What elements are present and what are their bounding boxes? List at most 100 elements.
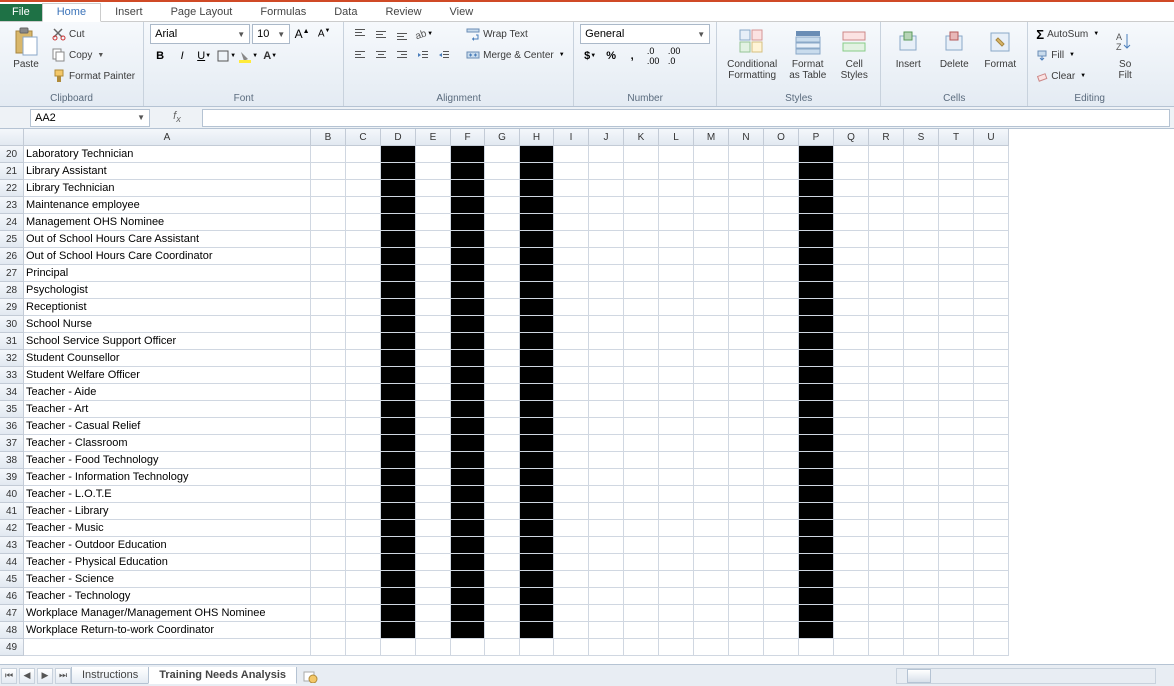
cell[interactable] [416,622,451,639]
cell[interactable] [869,163,904,180]
row-header[interactable]: 28 [0,282,24,299]
cell[interactable] [624,316,659,333]
cell[interactable] [485,214,520,231]
cell[interactable] [729,316,764,333]
cell[interactable] [589,571,624,588]
cell[interactable] [311,622,346,639]
cell[interactable] [799,452,834,469]
cell[interactable] [939,435,974,452]
cell[interactable] [381,146,416,163]
cell[interactable] [729,520,764,537]
border-button[interactable]: ▼ [216,46,236,66]
cell[interactable] [520,299,554,316]
cell[interactable] [904,622,939,639]
cell[interactable] [729,486,764,503]
cell[interactable] [659,622,694,639]
cell[interactable] [451,452,485,469]
cell[interactable] [451,605,485,622]
cell[interactable] [589,146,624,163]
row-header[interactable]: 21 [0,163,24,180]
cell[interactable] [869,214,904,231]
cell[interactable] [659,384,694,401]
cell[interactable] [416,639,451,656]
cell[interactable] [729,469,764,486]
cell[interactable] [694,299,729,316]
cell[interactable] [451,299,485,316]
cell[interactable] [729,265,764,282]
cell[interactable] [939,639,974,656]
cell[interactable] [729,384,764,401]
cell[interactable] [311,401,346,418]
cell[interactable] [311,333,346,350]
cell[interactable] [554,316,589,333]
row-header[interactable]: 41 [0,503,24,520]
cell[interactable] [869,299,904,316]
cell[interactable] [554,163,589,180]
cell[interactable] [381,197,416,214]
cell[interactable]: Teacher - Information Technology [24,469,311,486]
cell[interactable]: Management OHS Nominee [24,214,311,231]
cell[interactable] [451,588,485,605]
cell[interactable]: Library Technician [24,180,311,197]
cell[interactable]: Workplace Return-to-work Coordinator [24,622,311,639]
cell[interactable] [764,503,799,520]
cell[interactable] [659,367,694,384]
cell[interactable] [346,299,381,316]
cell[interactable]: Teacher - Outdoor Education [24,537,311,554]
cell[interactable] [416,537,451,554]
cell[interactable] [659,197,694,214]
cell[interactable] [381,350,416,367]
cell[interactable]: Teacher - Technology [24,588,311,605]
cell[interactable]: Teacher - Casual Relief [24,418,311,435]
cell[interactable] [624,401,659,418]
cell[interactable] [834,622,869,639]
cell[interactable] [694,537,729,554]
cell[interactable] [311,146,346,163]
cell[interactable] [694,588,729,605]
col-header-P[interactable]: P [799,129,834,146]
cell[interactable] [834,486,869,503]
fill-button[interactable]: Fill▼ [1034,45,1101,65]
name-box[interactable]: AA2▼ [30,109,150,127]
cell[interactable] [869,401,904,418]
cell[interactable] [520,163,554,180]
cell[interactable] [520,571,554,588]
cell[interactable] [764,622,799,639]
cell[interactable] [624,231,659,248]
cell[interactable] [904,333,939,350]
cell[interactable] [381,180,416,197]
cell[interactable] [381,588,416,605]
cell[interactable] [589,265,624,282]
cell[interactable] [520,350,554,367]
cell[interactable] [974,316,1009,333]
cell[interactable] [451,418,485,435]
cell[interactable] [939,486,974,503]
cell[interactable] [554,197,589,214]
cell[interactable] [834,197,869,214]
cell[interactable] [554,622,589,639]
cell[interactable] [381,554,416,571]
cell[interactable]: Library Assistant [24,163,311,180]
cell[interactable] [311,197,346,214]
cell[interactable] [416,435,451,452]
cell[interactable] [659,588,694,605]
cell[interactable] [694,503,729,520]
cell[interactable] [520,435,554,452]
cell[interactable] [974,214,1009,231]
cell[interactable] [554,367,589,384]
cell[interactable]: Out of School Hours Care Assistant [24,231,311,248]
cell[interactable] [589,503,624,520]
cell[interactable] [729,639,764,656]
cell[interactable] [694,401,729,418]
cell[interactable] [904,384,939,401]
col-header-O[interactable]: O [764,129,799,146]
cell[interactable]: Psychologist [24,282,311,299]
cell[interactable] [764,299,799,316]
cell[interactable]: Receptionist [24,299,311,316]
cell[interactable] [311,605,346,622]
cell[interactable] [939,316,974,333]
cell[interactable] [485,588,520,605]
cell[interactable] [904,180,939,197]
tab-file[interactable]: File [0,4,42,21]
cell[interactable]: Teacher - Science [24,571,311,588]
